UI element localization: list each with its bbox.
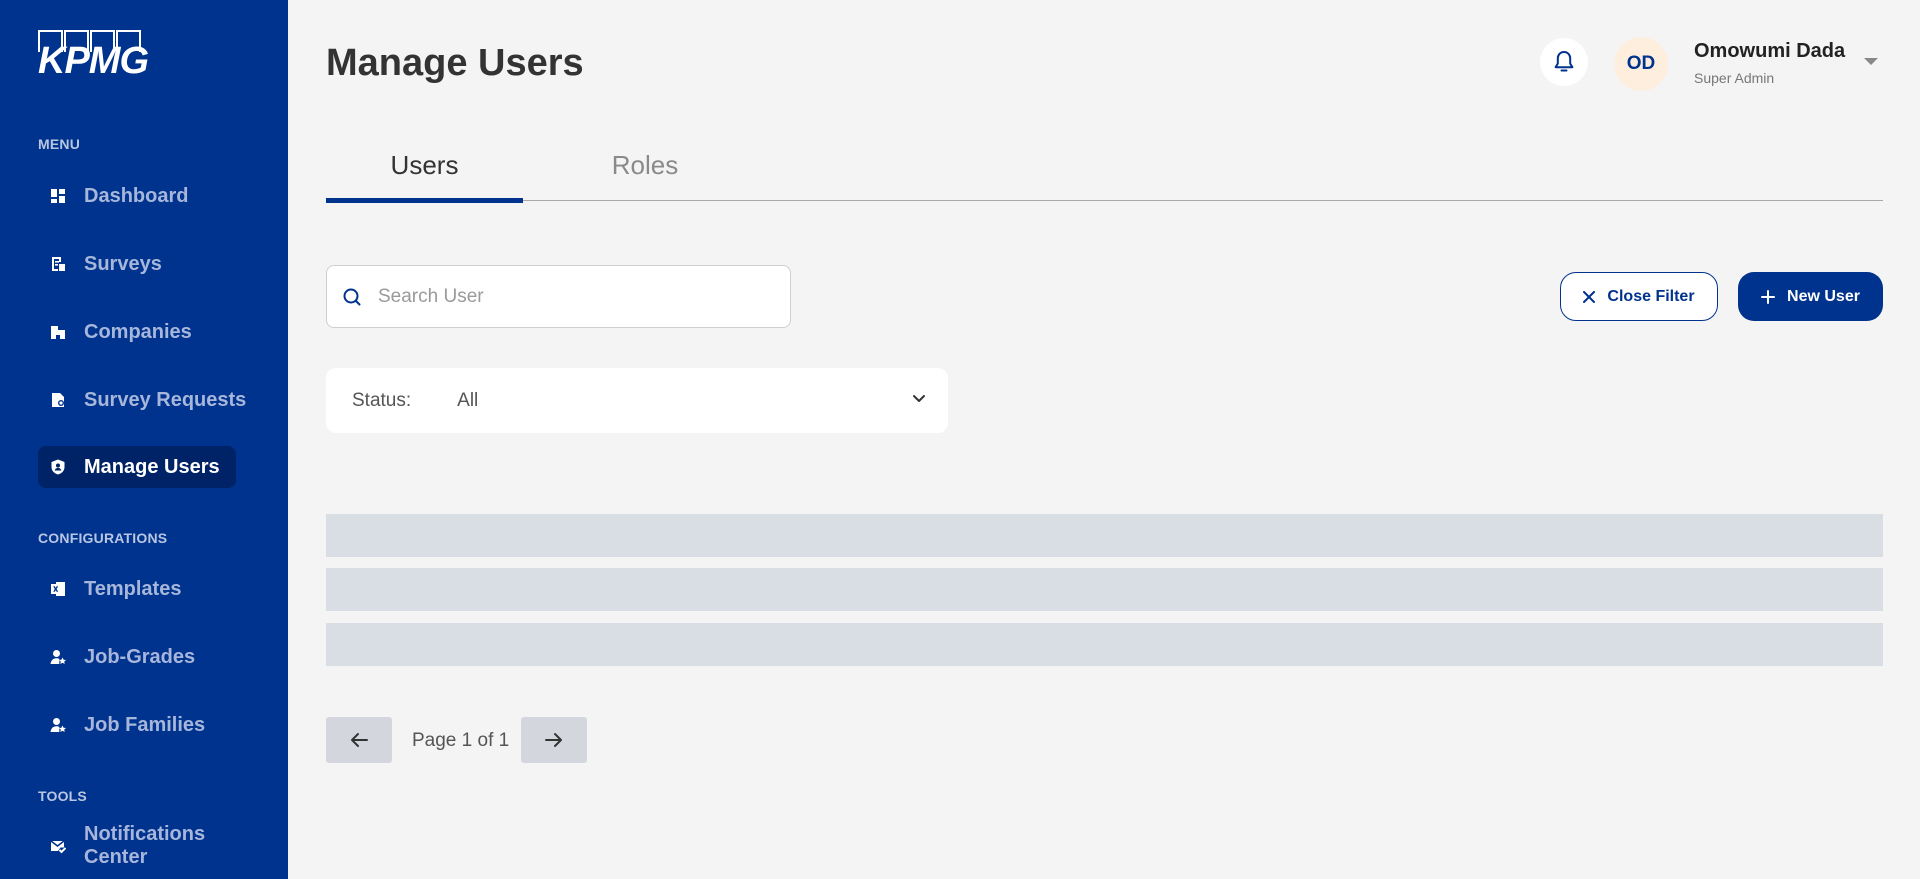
tab-users[interactable]: Users	[326, 150, 523, 181]
sidebar-item-surveys[interactable]: Surveys	[38, 243, 178, 285]
building-icon	[50, 324, 66, 340]
close-filter-label: Close Filter	[1607, 287, 1695, 305]
sidebar-item-label: Surveys	[84, 252, 162, 275]
search-icon	[342, 287, 362, 307]
chevron-down-icon	[913, 395, 925, 402]
sidebar-item-job-families[interactable]: Job Families	[38, 704, 221, 746]
loading-skeleton-row	[326, 514, 1883, 557]
new-user-label: New User	[1787, 287, 1860, 305]
logo-text: KPMG	[38, 40, 149, 82]
close-filter-button[interactable]: Close Filter	[1560, 272, 1718, 321]
sidebar-item-label: Manage Users	[84, 455, 220, 478]
section-label-tools: TOOLS	[38, 788, 87, 804]
avatar[interactable]: OD	[1614, 37, 1668, 91]
sidebar-item-label: Job Families	[84, 713, 206, 736]
tab-roles[interactable]: Roles	[560, 150, 730, 181]
mail-check-icon	[50, 838, 66, 854]
sidebar-item-templates[interactable]: Templates	[38, 568, 197, 610]
dashboard-icon	[50, 188, 66, 204]
arrow-left-icon	[351, 733, 368, 747]
sidebar-item-label: Dashboard	[84, 184, 189, 207]
sidebar-item-job-grades[interactable]: Job-Grades	[38, 636, 211, 678]
sidebar-item-label: Companies	[84, 320, 192, 343]
section-label-menu: MENU	[38, 136, 81, 152]
previous-page-button[interactable]	[326, 717, 392, 763]
kpmg-logo[interactable]: KPMG	[38, 30, 149, 82]
sidebar-item-survey-requests[interactable]: Survey Requests	[38, 379, 262, 421]
sidebar-item-dashboard[interactable]: Dashboard	[38, 175, 204, 217]
tabs-divider	[326, 200, 1883, 201]
user-role: Super Admin	[1694, 70, 1775, 86]
sidebar: KPMG MENU Dashboard Surveys Companies Su…	[0, 0, 288, 879]
arrow-right-icon	[545, 733, 562, 747]
close-icon	[1583, 290, 1596, 303]
section-label-configurations: CONFIGURATIONS	[38, 530, 168, 546]
active-tab-indicator	[326, 198, 523, 203]
request-icon	[50, 392, 66, 408]
page-indicator: Page 1 of 1	[412, 730, 510, 751]
notifications-button[interactable]	[1540, 38, 1588, 86]
status-filter-select[interactable]: Status: All	[326, 368, 948, 433]
user-menu-caret-icon[interactable]	[1864, 58, 1878, 65]
sidebar-item-companies[interactable]: Companies	[38, 311, 208, 353]
sidebar-item-label: Survey Requests	[84, 388, 247, 411]
search-input[interactable]	[378, 285, 758, 308]
new-user-button[interactable]: New User	[1738, 272, 1883, 321]
excel-icon	[50, 581, 66, 597]
sidebar-item-label: Notifications Center	[84, 823, 206, 868]
shield-user-icon	[50, 459, 66, 475]
sidebar-item-label: Job-Grades	[84, 645, 196, 668]
user-star-icon	[50, 649, 66, 665]
status-filter-value: All	[457, 389, 479, 411]
user-name[interactable]: Omowumi Dada	[1694, 40, 1845, 63]
sidebar-item-notifications-center[interactable]: Notifications Center	[38, 823, 288, 868]
loading-skeleton-row	[326, 623, 1883, 666]
sidebar-item-manage-users[interactable]: Manage Users	[38, 446, 236, 488]
bell-icon	[1554, 51, 1574, 72]
status-filter-label: Status:	[352, 389, 412, 411]
user-star-icon	[50, 717, 66, 733]
next-page-button[interactable]	[521, 717, 587, 763]
sidebar-item-label: Templates	[84, 577, 182, 600]
page-title: Manage Users	[326, 42, 584, 84]
survey-icon	[50, 256, 66, 272]
loading-skeleton-row	[326, 568, 1883, 611]
search-box[interactable]	[326, 265, 791, 328]
plus-icon	[1761, 289, 1776, 304]
